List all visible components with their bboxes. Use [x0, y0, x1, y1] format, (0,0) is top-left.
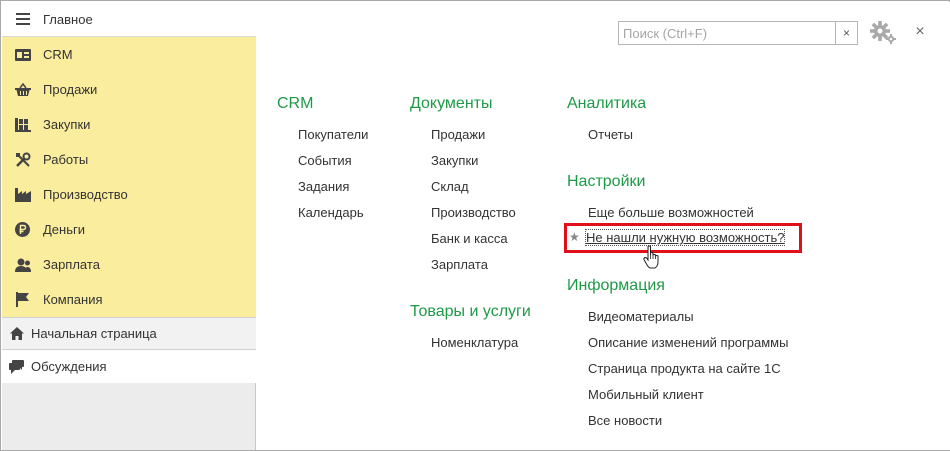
clear-search-button[interactable]: ×: [835, 22, 857, 44]
sidebar-item-salary[interactable]: Зарплата: [2, 247, 256, 282]
link-customers[interactable]: Покупатели: [298, 127, 368, 142]
link-doc-warehouse[interactable]: Склад: [431, 179, 469, 194]
sidebar-item-sales[interactable]: Продажи: [2, 72, 256, 107]
sidebar: Главное CRM Продажи Закупки Работы Произ…: [2, 2, 256, 450]
link-videos[interactable]: Видеоматериалы: [588, 309, 694, 324]
link-calendar[interactable]: Календарь: [298, 205, 364, 220]
flag-icon: [2, 292, 43, 307]
link-doc-sales[interactable]: Продажи: [431, 127, 485, 142]
sidebar-item-money[interactable]: Деньги: [2, 212, 256, 247]
sidebar-item-label: Работы: [43, 152, 89, 167]
group-title-info: Информация: [567, 277, 665, 294]
sidebar-item-start-page[interactable]: Начальная страница: [2, 317, 256, 350]
hand-cursor-icon: [643, 245, 661, 272]
app-window: Главное CRM Продажи Закупки Работы Произ…: [0, 0, 950, 451]
link-events[interactable]: События: [298, 153, 352, 168]
ruble-coin-icon: [2, 222, 43, 237]
link-doc-purchases[interactable]: Закупки: [431, 153, 478, 168]
basket-icon: [2, 82, 43, 97]
link-more-features[interactable]: Еще больше возможностей: [588, 205, 754, 220]
chat-icon: [2, 359, 31, 374]
search-input[interactable]: [619, 22, 835, 44]
link-doc-production[interactable]: Производство: [431, 205, 516, 220]
factory-icon: [2, 187, 43, 202]
sidebar-item-label: Деньги: [43, 222, 85, 237]
sidebar-item-label: Обсуждения: [31, 359, 107, 374]
sidebar-item-label: Компания: [43, 292, 103, 307]
link-doc-bank-cash[interactable]: Банк и касса: [431, 231, 508, 246]
group-title-analytics: Аналитика: [567, 95, 647, 112]
link-reports[interactable]: Отчеты: [588, 127, 633, 142]
group-title-crm: CRM: [277, 95, 314, 112]
link-mobile-client[interactable]: Мобильный клиент: [588, 387, 704, 402]
group-title-documents: Документы: [410, 95, 493, 112]
gear-icon[interactable]: [869, 20, 897, 46]
link-nomenclature[interactable]: Номенклатура: [431, 335, 518, 350]
link-product-page[interactable]: Страница продукта на сайте 1С: [588, 361, 781, 376]
supplies-icon: [2, 117, 43, 132]
link-doc-salary[interactable]: Зарплата: [431, 257, 488, 272]
menu-lines-icon: [2, 13, 43, 25]
sidebar-item-label: Продажи: [43, 82, 98, 97]
crm-card-icon: [2, 48, 43, 62]
star-icon[interactable]: ★: [569, 230, 580, 244]
sidebar-item-crm[interactable]: CRM: [2, 37, 256, 72]
link-all-news[interactable]: Все новости: [588, 413, 662, 428]
sidebar-item-home[interactable]: Главное: [2, 2, 256, 37]
sidebar-item-purchases[interactable]: Закупки: [2, 107, 256, 142]
link-changelog[interactable]: Описание изменений программы: [588, 335, 788, 350]
link-tasks[interactable]: Задания: [298, 179, 349, 194]
main-panel: ×: [257, 2, 950, 450]
sidebar-item-label: Закупки: [43, 117, 91, 132]
sidebar-item-label: CRM: [43, 47, 73, 62]
house-icon: [2, 327, 31, 340]
sidebar-item-label: Производство: [43, 187, 128, 202]
tools-icon: [2, 152, 43, 168]
sidebar-item-discussions[interactable]: Обсуждения: [2, 350, 256, 383]
person-icon: [2, 258, 43, 272]
sidebar-item-label: Главное: [43, 11, 93, 27]
sidebar-item-label: Зарплата: [43, 257, 100, 272]
sidebar-item-production[interactable]: Производство: [2, 177, 256, 212]
group-title-settings: Настройки: [567, 173, 646, 190]
link-not-found-feature[interactable]: Не нашли нужную возможность?: [584, 229, 786, 246]
sidebar-item-label: Начальная страница: [31, 326, 157, 341]
sidebar-item-company[interactable]: Компания: [2, 282, 256, 317]
sidebar-item-works[interactable]: Работы: [2, 142, 256, 177]
close-button[interactable]: ×: [911, 23, 929, 41]
search-box: ×: [618, 21, 858, 45]
group-title-goods: Товары и услуги: [410, 303, 531, 320]
